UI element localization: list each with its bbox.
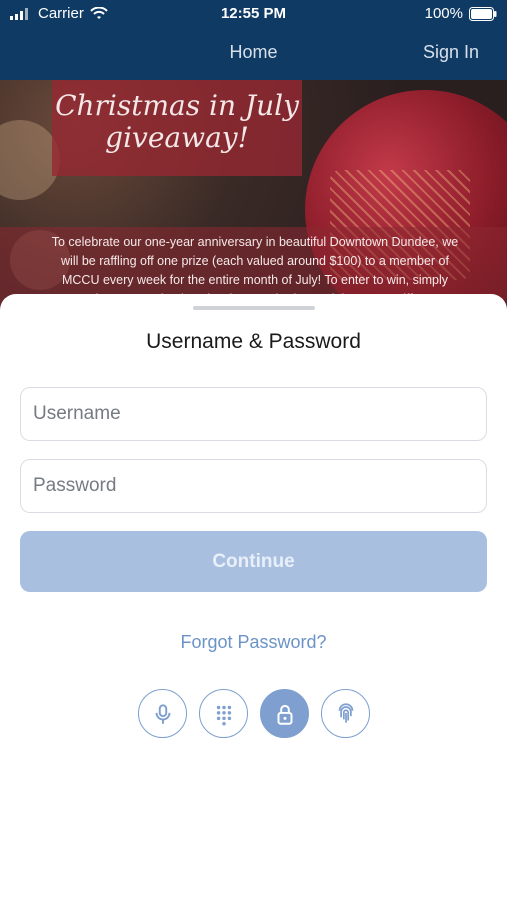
microphone-icon bbox=[155, 703, 170, 724]
password-field[interactable] bbox=[20, 459, 487, 513]
fingerprint-button[interactable] bbox=[321, 689, 370, 738]
status-bar: Carrier 12:55 PM 100% bbox=[0, 0, 507, 28]
promo-title-line1: Christmas in July bbox=[55, 89, 299, 122]
username-field[interactable] bbox=[20, 387, 487, 441]
keypad-button[interactable] bbox=[199, 689, 248, 738]
nav-bar: Home Sign In bbox=[0, 28, 507, 80]
status-right: 100% bbox=[425, 5, 497, 22]
username-input[interactable] bbox=[21, 388, 486, 440]
promo-title-line2: giveaway! bbox=[105, 121, 249, 154]
promo-title: Christmas in July giveaway! bbox=[52, 90, 302, 154]
bokeh-decoration bbox=[0, 120, 60, 200]
login-sheet: Username & Password Continue Forgot Pass… bbox=[0, 294, 507, 900]
promo-title-card: Christmas in July giveaway! bbox=[52, 80, 302, 176]
continue-button[interactable]: Continue bbox=[20, 531, 487, 592]
sheet-handle[interactable] bbox=[193, 306, 315, 310]
battery-icon bbox=[469, 6, 497, 21]
forgot-password-link[interactable]: Forgot Password? bbox=[0, 632, 507, 653]
auth-method-row bbox=[138, 689, 378, 741]
keypad-icon bbox=[216, 705, 231, 725]
microphone-button[interactable] bbox=[138, 689, 187, 738]
battery-percentage: 100% bbox=[424, 5, 463, 22]
promo-banner: Christmas in July giveaway! To celebrate… bbox=[0, 80, 507, 310]
login-title: Username & Password bbox=[146, 330, 361, 353]
password-input[interactable] bbox=[21, 460, 486, 512]
sign-in-link[interactable]: Sign In bbox=[423, 42, 479, 63]
password-lock-button[interactable] bbox=[260, 689, 309, 738]
lock-icon bbox=[277, 704, 292, 725]
fingerprint-icon bbox=[338, 702, 353, 723]
